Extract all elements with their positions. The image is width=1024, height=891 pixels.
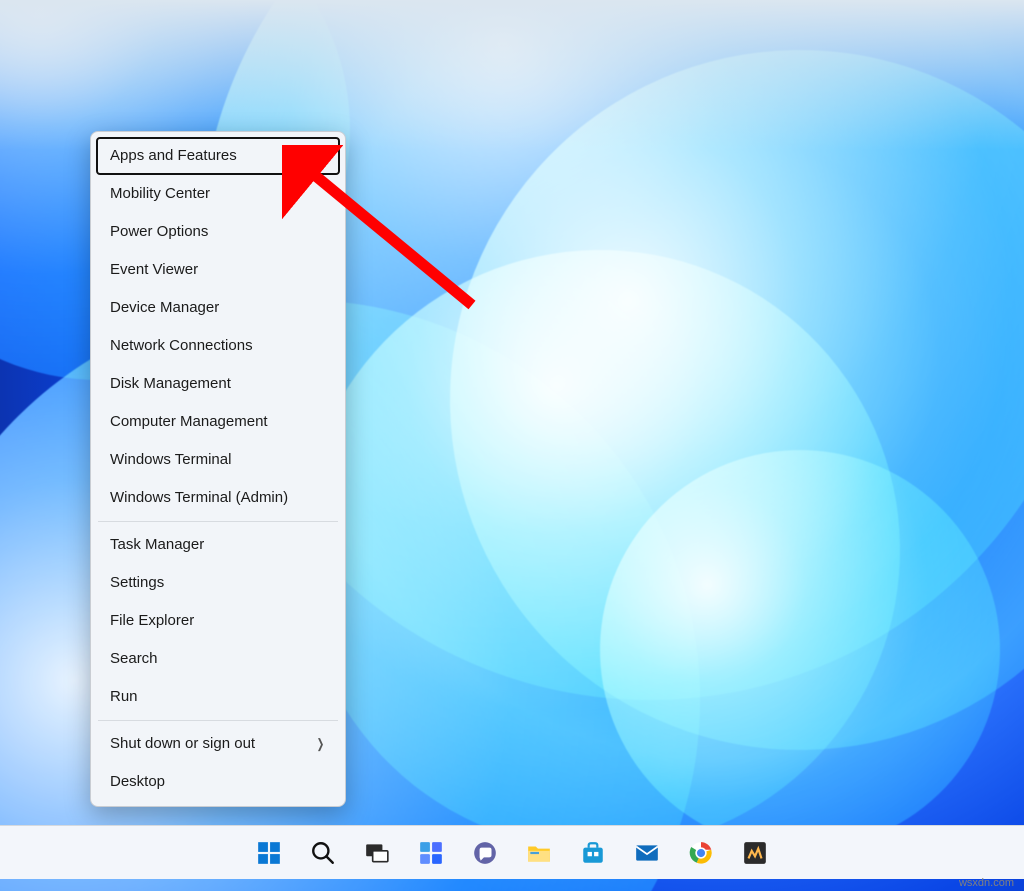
menu-item-label: File Explorer	[110, 611, 194, 631]
menu-item-label: Mobility Center	[110, 184, 210, 204]
menu-item-label: Search	[110, 649, 158, 669]
menu-item[interactable]: Search	[96, 640, 340, 678]
menu-item[interactable]: Settings	[96, 564, 340, 602]
watermark: wsxdn.com	[959, 877, 1014, 889]
menu-item[interactable]: Desktop	[96, 763, 340, 801]
menu-item[interactable]: Mobility Center	[96, 175, 340, 213]
menu-item-label: Power Options	[110, 222, 208, 242]
start-icon[interactable]	[247, 831, 291, 875]
menu-item[interactable]: Event Viewer	[96, 251, 340, 289]
menu-item-label: Device Manager	[110, 298, 219, 318]
search-icon[interactable]	[301, 831, 345, 875]
menu-item-label: Windows Terminal	[110, 450, 231, 470]
menu-item[interactable]: Windows Terminal (Admin)	[96, 479, 340, 517]
menu-item[interactable]: Task Manager	[96, 526, 340, 564]
power-user-menu: Apps and Features Mobility Center Power Op…	[90, 131, 346, 807]
file-explorer-icon[interactable]	[517, 831, 561, 875]
menu-separator	[98, 521, 338, 522]
menu-item-label: Task Manager	[110, 535, 204, 555]
menu-item-label: Windows Terminal (Admin)	[110, 488, 288, 508]
menu-separator	[98, 720, 338, 721]
menu-item-label: Computer Management	[110, 412, 268, 432]
chevron-right-icon: ❯	[317, 734, 325, 754]
wallpaper-fade	[0, 0, 1024, 150]
taskbar	[0, 825, 1024, 879]
menu-item-label: Desktop	[110, 772, 165, 792]
menu-item[interactable]: Power Options	[96, 213, 340, 251]
app-icon[interactable]	[733, 831, 777, 875]
desktop: Apps and Features Mobility Center Power Op…	[0, 0, 1024, 891]
menu-item-label: Run	[110, 687, 138, 707]
chrome-icon[interactable]	[679, 831, 723, 875]
mail-icon[interactable]	[625, 831, 669, 875]
widgets-icon[interactable]	[409, 831, 453, 875]
chat-icon[interactable]	[463, 831, 507, 875]
task-view-icon[interactable]	[355, 831, 399, 875]
menu-item[interactable]: Computer Management	[96, 403, 340, 441]
menu-item[interactable]: Run	[96, 678, 340, 716]
menu-item-label: Network Connections	[110, 336, 253, 356]
menu-item-label: Settings	[110, 573, 164, 593]
menu-item-label: Event Viewer	[110, 260, 198, 280]
menu-item[interactable]: Windows Terminal	[96, 441, 340, 479]
menu-item[interactable]: Disk Management	[96, 365, 340, 403]
menu-item[interactable]: Device Manager	[96, 289, 340, 327]
menu-item[interactable]: Network Connections	[96, 327, 340, 365]
menu-item[interactable]: Apps and Features	[96, 137, 340, 175]
menu-item-label: Apps and Features	[110, 146, 237, 166]
store-icon[interactable]	[571, 831, 615, 875]
menu-item-label: Disk Management	[110, 374, 231, 394]
menu-item-label: Shut down or sign out	[110, 734, 255, 754]
menu-item[interactable]: Shut down or sign out ❯	[96, 725, 340, 763]
menu-item[interactable]: File Explorer	[96, 602, 340, 640]
